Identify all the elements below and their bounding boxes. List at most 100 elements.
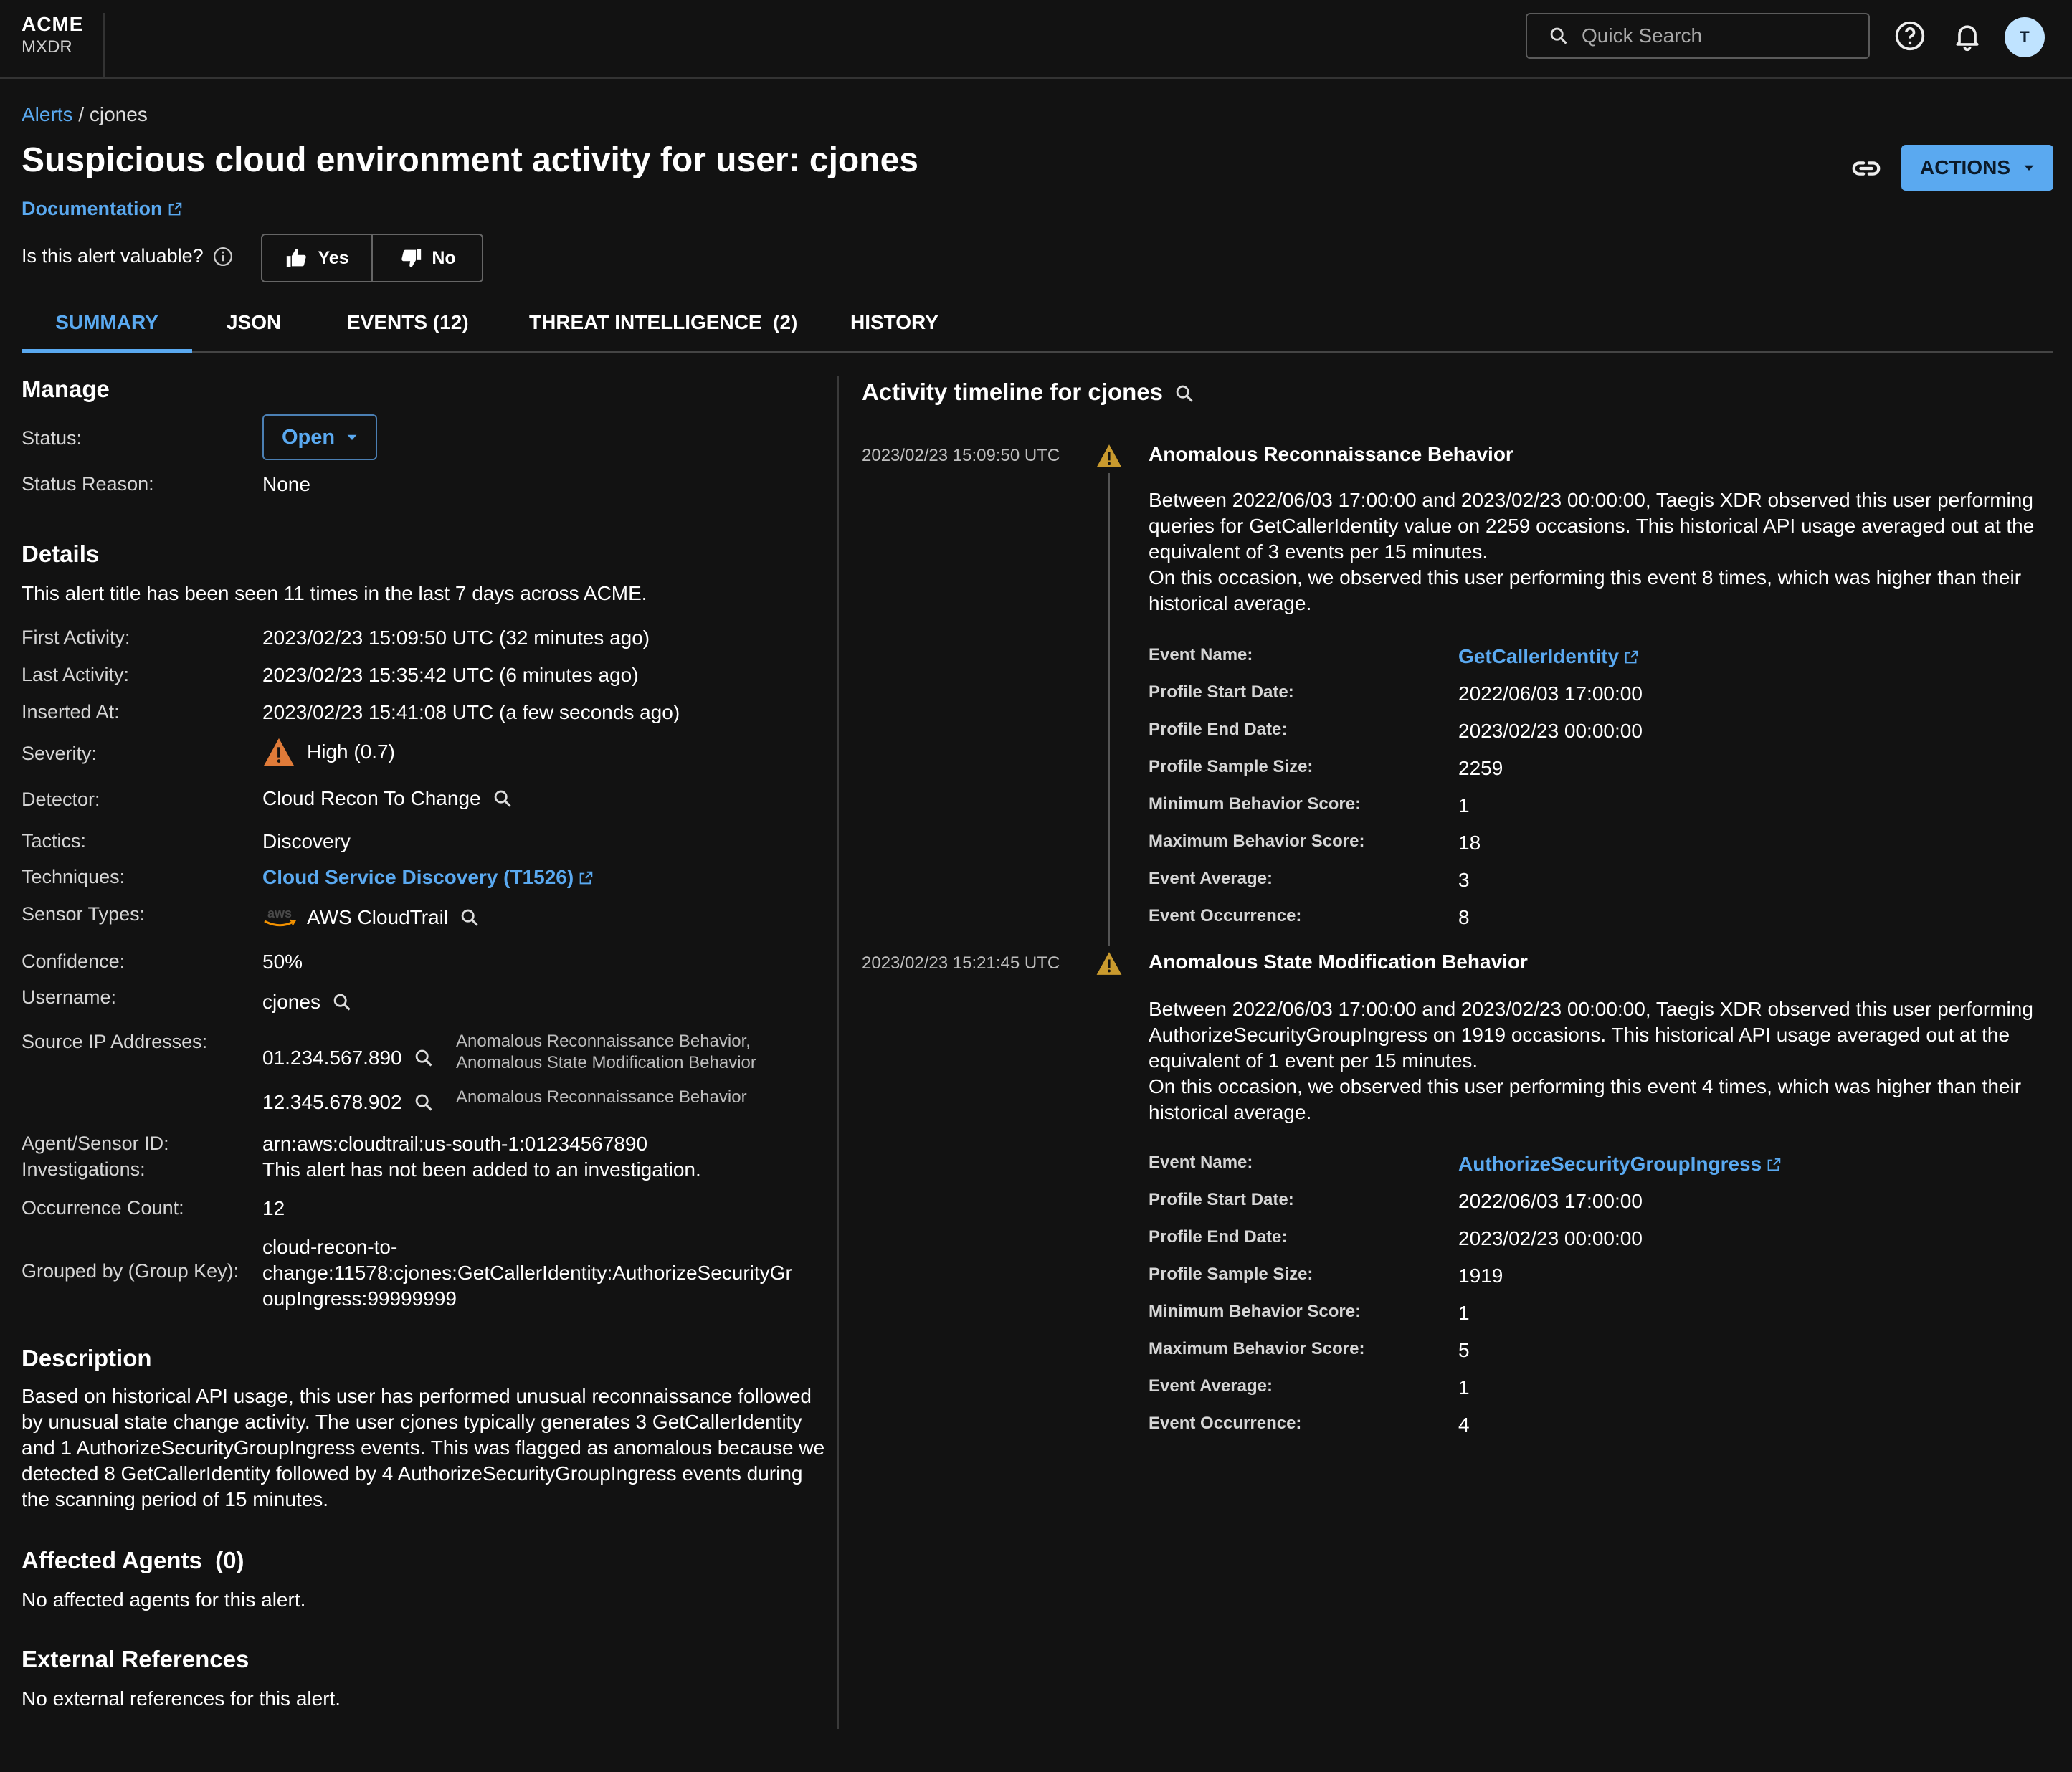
help-icon[interactable] xyxy=(1894,20,1926,52)
external-references-text: No external references for this alert. xyxy=(22,1687,341,1710)
search-icon[interactable] xyxy=(493,789,513,809)
group-key-line: cloud-recon-to- xyxy=(262,1236,398,1258)
event-field-value: 2022/06/03 17:00:00 xyxy=(1458,1190,1643,1212)
event-field-value: 1 xyxy=(1458,794,1470,816)
agent-sensor-id-value: arn:aws:cloudtrail:us-south-1:0123456789… xyxy=(262,1133,648,1155)
tab-events[interactable]: EVENTS (12) xyxy=(347,311,469,353)
search-input[interactable] xyxy=(1580,24,1853,48)
detector-text: Cloud Recon To Change xyxy=(262,787,481,809)
techniques-link[interactable]: Cloud Service Discovery (T1526) xyxy=(262,866,594,889)
tactics-value: Discovery xyxy=(262,830,351,852)
event-field-value: 1919 xyxy=(1458,1264,1503,1287)
copy-link-icon[interactable] xyxy=(1850,152,1883,185)
breadcrumb-current: cjones xyxy=(89,103,148,125)
first-activity-value: 2023/02/23 15:09:50 UTC (32 minutes ago) xyxy=(262,627,650,649)
event-field-label: Maximum Behavior Score: xyxy=(1149,832,1365,851)
event-field-value: 4 xyxy=(1458,1414,1470,1436)
severity-value: High (0.7) xyxy=(262,737,395,767)
occurrence-count-label: Occurrence Count: xyxy=(22,1197,184,1219)
yes-label: Yes xyxy=(318,247,349,268)
breadcrumb-alerts-link[interactable]: Alerts xyxy=(22,103,73,125)
event-name-link[interactable]: GetCallerIdentity xyxy=(1458,645,1639,668)
tab-history[interactable]: HISTORY xyxy=(850,311,938,353)
source-ip-label: Source IP Addresses: xyxy=(22,1031,208,1052)
timeline-connector xyxy=(1108,473,1110,946)
activity-timeline-heading: Activity timeline for cjones xyxy=(862,378,1194,406)
event-description-line: AuthorizeSecurityGroupIngress on 1919 oc… xyxy=(1149,1024,2010,1046)
warning-icon xyxy=(264,738,294,766)
source-ip-1: 01.234.567.890 xyxy=(262,1047,434,1070)
investigations-label: Investigations: xyxy=(22,1158,146,1180)
bell-icon[interactable] xyxy=(1952,20,1983,52)
feedback-yes-button[interactable]: Yes xyxy=(262,235,371,281)
event-description-line: On this occasion, we observed this user … xyxy=(1149,1075,2022,1097)
feedback-question: Is this alert valuable? xyxy=(22,245,204,267)
source-ip-2-text: 12.345.678.902 xyxy=(262,1091,402,1113)
external-link-icon xyxy=(579,871,593,885)
status-reason-value: None xyxy=(262,473,310,495)
source-ip-2: 12.345.678.902 xyxy=(262,1091,434,1114)
tab-summary[interactable]: SUMMARY xyxy=(22,311,192,353)
event-name-link[interactable]: AuthorizeSecurityGroupIngress xyxy=(1458,1153,1782,1176)
event-field-label: Event Average: xyxy=(1149,1376,1273,1396)
event-field-label: Event Name: xyxy=(1149,645,1253,664)
manage-heading: Manage xyxy=(22,376,110,402)
description-line: the scanning period of 15 minutes. xyxy=(22,1488,329,1510)
brand-logo[interactable]: ACME MXDR xyxy=(22,13,105,79)
description-line: detected 8 GetCallerIdentity followed by… xyxy=(22,1462,803,1485)
group-key-line: oupIngress:99999999 xyxy=(262,1287,457,1310)
details-seen-text: This alert title has been seen 11 times … xyxy=(22,582,647,604)
search-icon[interactable] xyxy=(414,1048,434,1068)
sensor-types-value: aws AWS CloudTrail xyxy=(262,906,480,929)
event-description-line: historical average. xyxy=(1149,592,1312,614)
documentation-link[interactable]: Documentation xyxy=(22,198,183,220)
event-field-value: 3 xyxy=(1458,869,1470,891)
search-icon[interactable] xyxy=(414,1092,434,1113)
event-description-line: equivalent of 3 events per 15 minutes. xyxy=(1149,540,1488,563)
caret-down-icon xyxy=(347,434,357,440)
quick-search[interactable] xyxy=(1526,13,1870,59)
documentation-label: Documentation xyxy=(22,198,163,219)
timeline-event-2-title: Anomalous State Modification Behavior xyxy=(1149,951,1528,973)
group-key-value: cloud-recon-to- change:11578:cjones:GetC… xyxy=(262,1234,792,1312)
tab-threat-intelligence[interactable]: THREAT INTELLIGENCE (2) xyxy=(529,311,797,353)
event-field-label: Maximum Behavior Score: xyxy=(1149,1339,1365,1358)
top-bar: ACME MXDR T xyxy=(0,0,2072,79)
tab-bar: SUMMARY JSON EVENTS (12) THREAT INTELLIG… xyxy=(22,301,2053,353)
event-field-value: 18 xyxy=(1458,832,1481,854)
breadcrumb: Alerts / cjones xyxy=(22,103,148,126)
external-link-icon xyxy=(1625,650,1638,664)
event-field-value: 1 xyxy=(1458,1302,1470,1324)
actions-button[interactable]: ACTIONS xyxy=(1901,145,2053,191)
avatar[interactable]: T xyxy=(2005,17,2045,57)
sensor-type-text: AWS CloudTrail xyxy=(307,906,449,928)
event-field-label: Minimum Behavior Score: xyxy=(1149,794,1361,814)
info-icon[interactable] xyxy=(212,246,234,267)
username-label: Username: xyxy=(22,986,117,1008)
warning-icon xyxy=(1096,952,1122,975)
aws-logo: aws xyxy=(262,907,297,928)
search-icon[interactable] xyxy=(1174,384,1194,404)
group-key-line: change:11578:cjones:GetCallerIdentity:Au… xyxy=(262,1262,792,1284)
thumbs-up-icon xyxy=(287,249,307,267)
event-field-label: Profile Start Date: xyxy=(1149,1190,1294,1209)
detector-label: Detector: xyxy=(22,789,100,810)
group-key-label: Grouped by (Group Key): xyxy=(22,1260,239,1282)
search-icon[interactable] xyxy=(460,908,480,928)
timeline-event-2-description: Between 2022/06/03 17:00:00 and 2023/02/… xyxy=(1149,996,2052,1125)
first-activity-label: First Activity: xyxy=(22,627,130,648)
username-value: cjones xyxy=(262,991,352,1014)
techniques-label: Techniques: xyxy=(22,866,125,887)
last-activity-label: Last Activity: xyxy=(22,664,130,685)
warning-icon xyxy=(1096,444,1122,467)
event-description-line: queries for GetCallerIdentity value on 2… xyxy=(1149,515,2035,537)
description-line: Based on historical API usage, this user… xyxy=(22,1385,812,1407)
thumbs-down-icon xyxy=(401,249,422,267)
feedback-no-button[interactable]: No xyxy=(371,235,482,281)
brand-name: ACME xyxy=(22,13,84,35)
tactics-label: Tactics: xyxy=(22,830,87,852)
page-title: Suspicious cloud environment activity fo… xyxy=(22,141,918,179)
status-dropdown[interactable]: Open xyxy=(262,414,377,460)
search-icon[interactable] xyxy=(332,992,352,1012)
tab-json[interactable]: JSON xyxy=(227,311,281,353)
